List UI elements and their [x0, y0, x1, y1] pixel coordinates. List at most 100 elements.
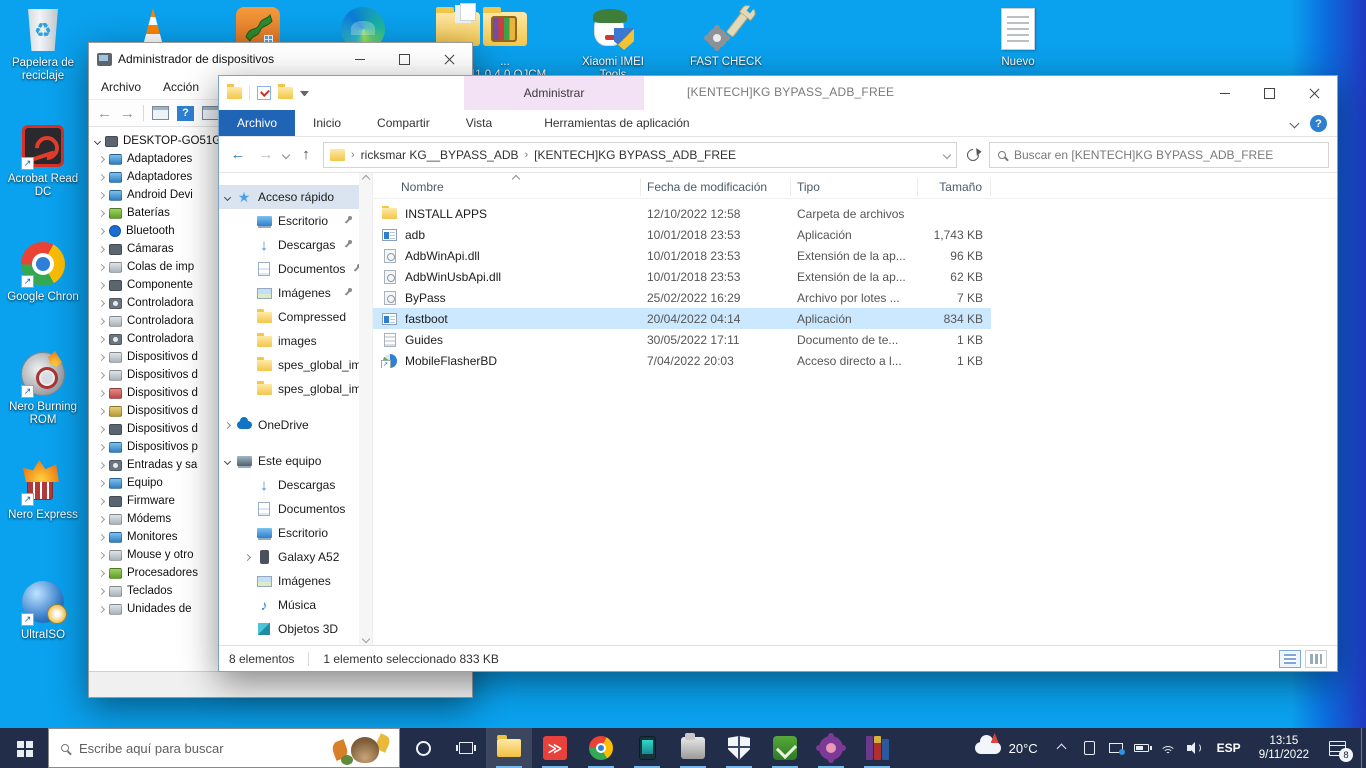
sidebar-item[interactable]: Documentos	[219, 497, 359, 521]
desktop-icon-recycle-bin[interactable]: Papelera de reciclaje	[0, 6, 86, 83]
taskbar-chrome[interactable]	[578, 728, 624, 768]
start-button[interactable]	[0, 728, 48, 768]
refresh-icon[interactable]	[965, 146, 982, 163]
sidebar-item[interactable]: Compressed	[219, 305, 359, 329]
address-dropdown-icon[interactable]	[943, 150, 951, 158]
close-button[interactable]	[427, 43, 472, 75]
desktop-icon-nero-express[interactable]: Nero Express	[0, 458, 86, 522]
taskbar-idm[interactable]	[762, 728, 808, 768]
expander-icon[interactable]	[98, 425, 105, 432]
expander-icon[interactable]	[224, 457, 231, 464]
expander-icon[interactable]	[98, 227, 105, 234]
help-icon[interactable]	[1310, 115, 1327, 132]
search-box[interactable]: Buscar en [KENTECH]KG BYPASS_ADB_FREE	[989, 142, 1329, 168]
sidebar-item[interactable]: Escritorio	[219, 209, 359, 233]
sidebar-item[interactable]: Escritorio	[219, 521, 359, 545]
sidebar-item[interactable]: spes_global_ima	[219, 377, 359, 401]
taskbar-winrar[interactable]	[854, 728, 900, 768]
sidebar-item[interactable]: Acceso rápido	[219, 185, 359, 209]
breadcrumb-item[interactable]: ricksmar KG__BYPASS_ADB	[361, 148, 519, 162]
menu-accion[interactable]: Acción	[163, 80, 199, 94]
expander-icon[interactable]	[98, 551, 105, 558]
action-pane-icon[interactable]	[202, 106, 219, 120]
tray-battery[interactable]	[1129, 728, 1155, 768]
expander-icon[interactable]	[98, 533, 105, 540]
sidebar-item[interactable]: Objetos 3D	[219, 617, 359, 641]
expander-icon[interactable]	[98, 245, 105, 252]
column-header-tipo[interactable]: Tipo	[791, 178, 918, 196]
up-button[interactable]	[295, 146, 317, 163]
taskbar-phone-tool[interactable]	[624, 728, 670, 768]
expander-icon[interactable]	[98, 281, 105, 288]
sidebar-item[interactable]: images	[219, 329, 359, 353]
back-icon[interactable]: ←	[97, 105, 112, 122]
breadcrumb-item[interactable]: [KENTECH]KG BYPASS_ADB_FREE	[534, 148, 736, 162]
minimize-button[interactable]	[1202, 76, 1247, 110]
expander-icon[interactable]	[98, 155, 105, 162]
properties-check-icon[interactable]	[257, 86, 271, 100]
close-button[interactable]	[1292, 76, 1337, 110]
file-row[interactable]: AdbWinApi.dll 10/01/2018 23:53 Extensión…	[373, 245, 991, 266]
tray-volume[interactable]	[1181, 728, 1207, 768]
action-center-button[interactable]: 8	[1317, 728, 1357, 768]
desktop-icon-fast-check[interactable]: FAST CHECK	[683, 5, 769, 69]
icons-view-button[interactable]	[1305, 650, 1327, 668]
file-row[interactable]: fastboot 20/04/2022 04:14 Aplicación 834…	[373, 308, 991, 329]
expander-icon[interactable]	[94, 137, 101, 144]
file-row[interactable]: INSTALL APPS 12/10/2022 12:58 Carpeta de…	[373, 203, 991, 224]
address-bar[interactable]: ricksmar KG__BYPASS_ADB [KENTECH]KG BYPA…	[323, 142, 957, 168]
column-header-fecha[interactable]: Fecha de modificación	[641, 178, 791, 196]
expand-ribbon-icon[interactable]	[1290, 119, 1300, 129]
expander-icon[interactable]	[98, 191, 105, 198]
sidebar-item[interactable]: OneDrive	[219, 413, 359, 437]
sidebar-item[interactable]: Galaxy A52	[219, 545, 359, 569]
file-row[interactable]: Guides 30/05/2022 17:11 Documento de te.…	[373, 329, 991, 350]
details-view-button[interactable]	[1279, 650, 1301, 668]
customize-qat-icon[interactable]	[300, 91, 309, 100]
tab-vista[interactable]: Vista	[448, 110, 510, 136]
expander-icon[interactable]	[98, 263, 105, 270]
cortana-button[interactable]	[400, 741, 446, 756]
column-header-tamano[interactable]: Tamaño	[918, 178, 991, 196]
expander-icon[interactable]	[98, 371, 105, 378]
expander-icon[interactable]	[98, 515, 105, 522]
sidebar-item[interactable]: Documentos	[219, 257, 359, 281]
menu-archivo[interactable]: Archivo	[101, 80, 141, 94]
expander-icon[interactable]	[224, 421, 231, 428]
expander-icon[interactable]	[98, 353, 105, 360]
new-folder-icon[interactable]	[278, 87, 293, 99]
tab-archivo[interactable]: Archivo	[219, 110, 295, 136]
taskbar-search[interactable]: Escribe aquí para buscar	[48, 728, 400, 768]
tray-cast[interactable]	[1103, 728, 1129, 768]
forward-button[interactable]	[255, 146, 277, 163]
desktop-icon-chrome[interactable]: Google Chron	[0, 240, 86, 304]
column-header-nombre[interactable]: Nombre	[373, 178, 641, 196]
desktop-icon-acrobat[interactable]: Acrobat Read DC	[0, 122, 86, 199]
tab-compartir[interactable]: Compartir	[359, 110, 448, 136]
back-button[interactable]	[227, 146, 249, 163]
expander-icon[interactable]	[98, 569, 105, 576]
minimize-button[interactable]	[337, 43, 382, 75]
expander-icon[interactable]	[98, 479, 105, 486]
taskbar-defender[interactable]	[716, 728, 762, 768]
tray-rotation-lock[interactable]	[1077, 728, 1103, 768]
expander-icon[interactable]	[98, 335, 105, 342]
tray-wifi[interactable]	[1155, 728, 1181, 768]
file-row[interactable]: MobileFlasherBD 7/04/2022 20:03 Acceso d…	[373, 350, 991, 371]
expander-icon[interactable]	[98, 173, 105, 180]
search-highlight-image[interactable]	[333, 733, 389, 765]
expander-icon[interactable]	[98, 461, 105, 468]
expander-icon[interactable]	[98, 497, 105, 504]
expander-icon[interactable]	[98, 443, 105, 450]
sidebar-scrollbar[interactable]	[359, 173, 372, 645]
scroll-up-icon[interactable]	[361, 175, 369, 183]
device-manager-titlebar[interactable]: Administrador de dispositivos	[89, 43, 472, 75]
expander-icon[interactable]	[98, 587, 105, 594]
help-icon[interactable]: ?	[177, 106, 194, 121]
desktop-icon-nero-burning[interactable]: Nero Burning ROM	[0, 350, 86, 427]
hidden-icons-chevron[interactable]	[1056, 743, 1066, 753]
expander-icon[interactable]	[98, 317, 105, 324]
tab-herramientas[interactable]: Herramientas de aplicación	[526, 110, 707, 136]
expander-icon[interactable]	[98, 299, 105, 306]
explorer-titlebar[interactable]: Administrar [KENTECH]KG BYPASS_ADB_FREE	[219, 76, 1337, 110]
